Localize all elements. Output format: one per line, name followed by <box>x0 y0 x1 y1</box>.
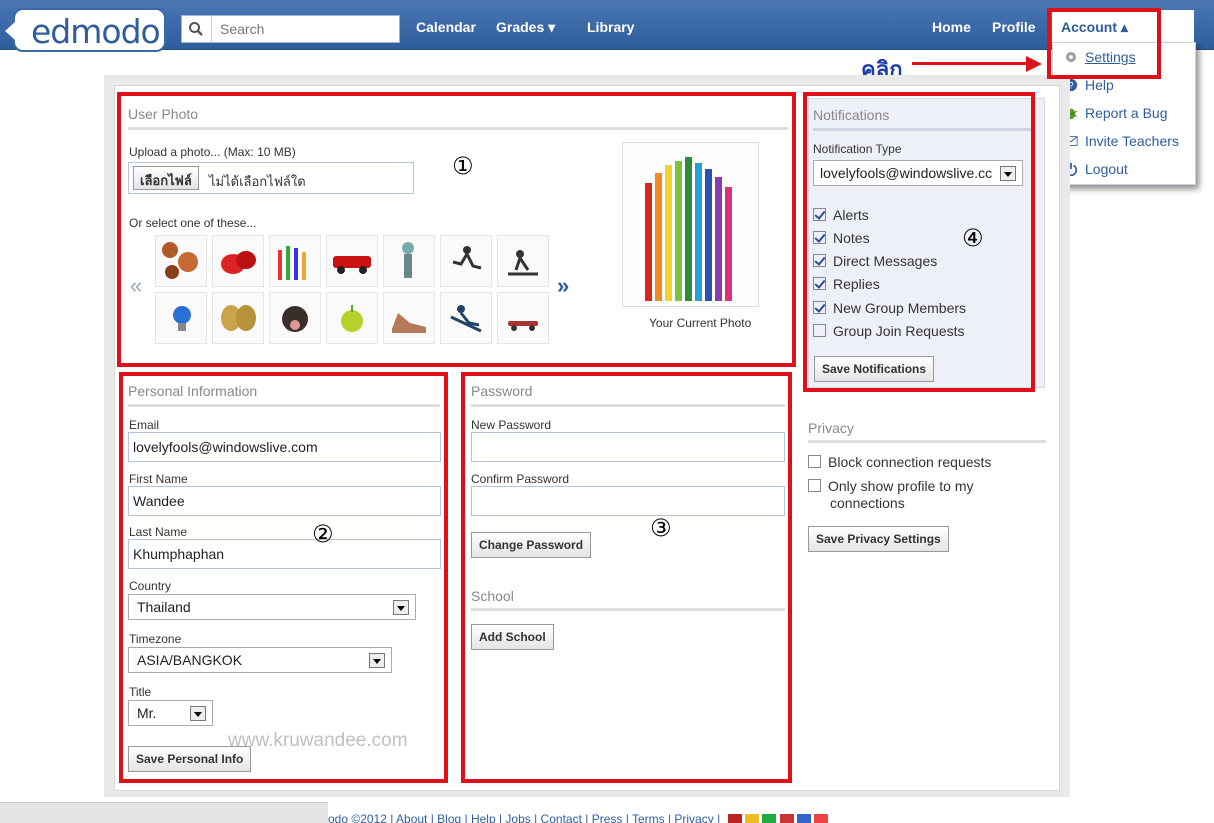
logo-text: edmodo <box>31 12 161 51</box>
nav-calendar[interactable]: Calendar <box>416 19 476 35</box>
search-input[interactable] <box>220 21 390 37</box>
highlight-account-settings <box>1047 8 1161 79</box>
flag-fr-icon[interactable] <box>814 814 829 823</box>
status-bar <box>0 802 328 823</box>
search-icon <box>189 22 203 36</box>
annotation-arrow-head <box>1026 56 1042 72</box>
flag-br-icon[interactable] <box>762 814 777 823</box>
logo-notch <box>5 22 15 40</box>
privacy-rule <box>808 440 1046 443</box>
menu-item-report-bug[interactable]: Report a Bug <box>1063 105 1168 121</box>
footer-text: odo ©2012 | About | Blog | Help | Jobs |… <box>328 812 721 823</box>
nav-grades[interactable]: Grades ▾ <box>496 19 555 36</box>
footer-links[interactable]: odo ©2012 | About | Blog | Help | Jobs |… <box>328 812 829 823</box>
watermark: www.kruwandee.com <box>228 730 408 751</box>
top-navigation-bar: edmodo Calendar Grades ▾ Library Home Pr… <box>0 0 1214 52</box>
checkbox-box <box>808 479 821 492</box>
flag-gr-icon[interactable] <box>796 814 811 823</box>
search-box[interactable] <box>181 15 400 43</box>
flag-de-icon[interactable] <box>779 814 794 823</box>
checkbox-box <box>808 455 821 468</box>
highlight-personal-info <box>119 372 448 783</box>
flag-us-icon[interactable] <box>727 814 742 823</box>
save-privacy-settings-button[interactable]: Save Privacy Settings <box>808 526 949 552</box>
annotation-arrow-line <box>912 62 1030 65</box>
nav-library[interactable]: Library <box>587 19 634 35</box>
nav-profile[interactable]: Profile <box>992 19 1036 35</box>
flag-es-icon[interactable] <box>744 814 759 823</box>
privacy-title: Privacy <box>808 420 854 436</box>
checkbox-block-connections[interactable]: Block connection requests <box>808 454 991 470</box>
menu-item-help[interactable]: ? Help <box>1063 77 1114 93</box>
menu-item-logout[interactable]: Logout <box>1063 161 1128 177</box>
highlight-password <box>461 372 792 783</box>
highlight-user-photo <box>117 92 796 367</box>
only-show-profile-continued: connections <box>830 495 905 511</box>
nav-home[interactable]: Home <box>932 19 971 35</box>
menu-item-invite-teachers[interactable]: Invite Teachers <box>1063 133 1179 149</box>
search-divider <box>211 16 212 42</box>
edmodo-logo[interactable]: edmodo <box>5 8 166 52</box>
checkbox-only-show-profile[interactable]: Only show profile to my <box>808 478 974 494</box>
highlight-notifications <box>803 92 1035 392</box>
